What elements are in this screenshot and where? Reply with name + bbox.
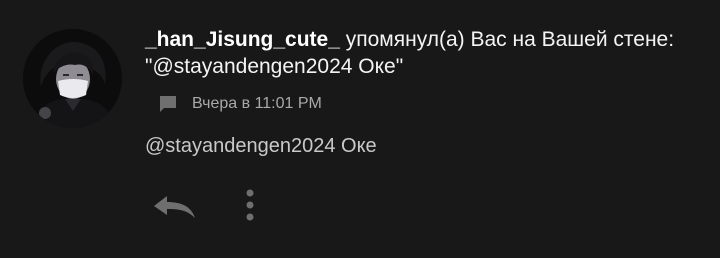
comment-icon bbox=[158, 95, 178, 113]
notification-quote: @stayandengen2024 Оке bbox=[145, 135, 377, 157]
notification-meta: Вчера в 11:01 PM bbox=[158, 92, 322, 116]
notification-message[interactable]: _han_Jisung_cute_ упомянул(а) Вас на Ваш… bbox=[145, 26, 705, 80]
avatar-image bbox=[23, 29, 122, 128]
mention-notification[interactable]: _han_Jisung_cute_ упомянул(а) Вас на Ваш… bbox=[0, 0, 720, 258]
more-vertical-icon bbox=[246, 189, 254, 221]
notification-username[interactable]: _han_Jisung_cute_ bbox=[145, 28, 340, 51]
more-options-button[interactable] bbox=[236, 186, 264, 226]
notification-time: Вчера в 11:01 PM bbox=[192, 95, 322, 112]
avatar[interactable] bbox=[23, 29, 122, 128]
reply-button[interactable] bbox=[148, 190, 200, 224]
reply-icon bbox=[154, 196, 195, 218]
